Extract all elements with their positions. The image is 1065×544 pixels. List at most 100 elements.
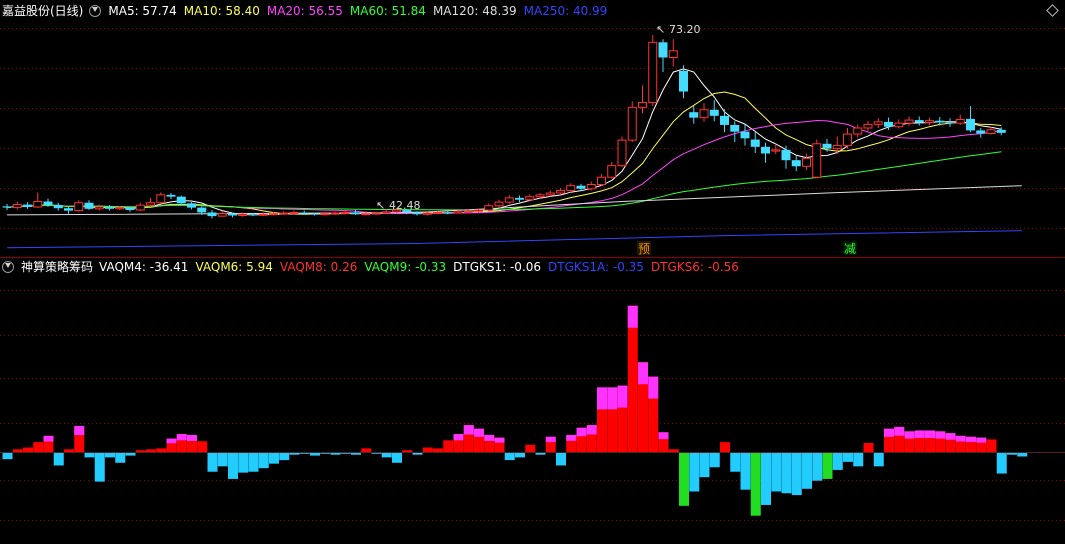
candle-body xyxy=(474,209,483,212)
indicator-bar-cap xyxy=(484,434,495,441)
indicator-bar-negative xyxy=(689,452,700,492)
indicator-bar-cap xyxy=(955,435,966,442)
candle-body xyxy=(187,203,196,208)
candle xyxy=(23,202,32,209)
candle xyxy=(525,194,535,202)
candle-body xyxy=(761,146,770,154)
candle-body xyxy=(955,118,965,124)
candle-body xyxy=(648,41,658,103)
candle-body xyxy=(23,204,32,207)
candle-body xyxy=(679,70,688,92)
indicator-bar-negative xyxy=(504,452,515,461)
candle xyxy=(74,200,84,212)
indicator-bar-negative xyxy=(699,452,710,478)
candle xyxy=(515,195,524,203)
indicator-bar-cap xyxy=(545,436,556,443)
ma5-label: MA5: 57.74 xyxy=(108,4,177,18)
indicator-bar-positive xyxy=(156,448,167,452)
candle-body xyxy=(453,211,463,214)
candle-body xyxy=(371,212,381,215)
candle-body xyxy=(945,122,955,124)
indicator-bar-positive xyxy=(361,448,372,452)
indicator-bar-cap xyxy=(474,428,484,437)
indicator-bar-negative xyxy=(228,452,238,479)
indicator-bar-negative xyxy=(781,452,792,494)
candle xyxy=(648,35,658,107)
indicator-bar-cap xyxy=(617,385,628,408)
candle xyxy=(94,204,104,211)
indicator-bar-negative xyxy=(730,452,741,472)
candle-body xyxy=(299,212,309,214)
stock-title[interactable]: 嘉益股份(日线) xyxy=(2,4,83,18)
signal-marker-1[interactable]: 预 xyxy=(638,242,650,256)
ma120-label: MA120: 48.39 xyxy=(432,4,517,18)
candle-body xyxy=(320,213,330,216)
vaqm4-label: VAQM4: -36.41 xyxy=(99,260,189,274)
indicator-bar-negative xyxy=(843,452,853,462)
indicator-bar-positive xyxy=(443,440,454,452)
indicator-bar-negative xyxy=(771,452,782,492)
candle-body xyxy=(494,201,504,207)
candle-body xyxy=(750,139,760,147)
candle-body xyxy=(238,213,248,217)
high-price-arrow: ↖ xyxy=(656,23,665,36)
ma60-label: MA60: 51.84 xyxy=(349,4,426,18)
ma20-line xyxy=(6,119,1002,214)
candle-body xyxy=(925,120,934,124)
indicator-bar-positive xyxy=(135,450,146,452)
indicator-bar-cap xyxy=(648,376,659,399)
indicator-dropdown-icon[interactable] xyxy=(89,4,102,17)
candle xyxy=(966,106,975,133)
candle xyxy=(2,203,12,211)
signal-marker-2[interactable]: 减 xyxy=(844,242,856,256)
indicator-bar-cap xyxy=(914,430,925,438)
indicator-bar-negative xyxy=(873,452,884,467)
candle-body xyxy=(135,204,145,211)
candle-body xyxy=(351,212,360,215)
indicator-bar-positive xyxy=(433,448,443,452)
candle-body xyxy=(832,145,842,150)
candle-body xyxy=(812,143,822,178)
indicator-bar-positive xyxy=(986,439,997,452)
candle xyxy=(187,202,196,210)
indicator-bar-cap xyxy=(935,431,946,439)
indicator-bar-negative xyxy=(556,452,566,466)
indicator-bar-negative xyxy=(217,452,228,467)
indicator-title[interactable]: 神算策略筹码 xyxy=(21,260,93,274)
indicator-bar-negative xyxy=(279,452,290,461)
indicator-bar-positive xyxy=(863,443,874,452)
indicator-bar-negative xyxy=(802,452,812,489)
candle xyxy=(217,211,227,217)
low-price-arrow: ↖ xyxy=(376,199,385,212)
indicator-bar-cap xyxy=(576,427,587,437)
indicator-bar-negative xyxy=(812,452,823,481)
candle-body xyxy=(617,139,627,167)
indicator-bar-cap xyxy=(176,434,187,441)
indicator-bar-cap xyxy=(597,387,607,410)
candle xyxy=(566,183,576,193)
indicator-bar-cap xyxy=(904,431,915,439)
indicator-dropdown-icon[interactable] xyxy=(2,260,14,273)
candle-body xyxy=(935,120,945,123)
candle xyxy=(955,114,965,125)
candle-body xyxy=(94,206,104,210)
indicator-bar-negative xyxy=(248,452,259,472)
candle-body xyxy=(586,184,596,190)
candle-body xyxy=(433,211,442,214)
indicator-bar-negative xyxy=(740,452,751,490)
candle-body xyxy=(146,202,155,206)
candle-body xyxy=(84,202,94,209)
candle xyxy=(279,211,289,215)
indicator-bar-negative xyxy=(115,452,126,463)
candle-body xyxy=(720,115,729,125)
vaqm6-label: VAQM6: 5.94 xyxy=(195,260,273,274)
candle xyxy=(84,200,94,211)
candle-body xyxy=(545,192,555,196)
candle xyxy=(586,181,596,191)
candle xyxy=(627,101,637,142)
candle-body xyxy=(515,197,524,200)
indicator-bar-cap xyxy=(494,437,505,443)
candle-body xyxy=(248,214,258,216)
indicator-bar-cap xyxy=(566,434,577,441)
candle xyxy=(617,136,627,167)
